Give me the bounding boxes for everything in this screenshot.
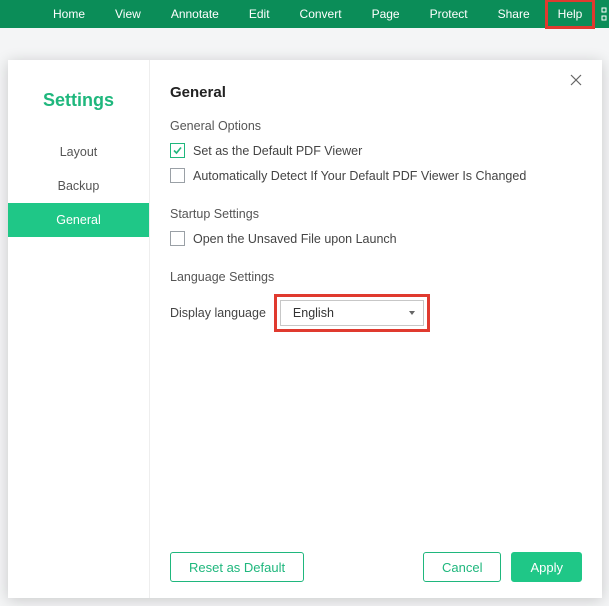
main-menubar: Home View Annotate Edit Convert Page Pro…: [0, 0, 609, 28]
checkbox-label: Open the Unsaved File upon Launch: [193, 232, 397, 246]
section-language: Language Settings: [170, 270, 582, 284]
menu-label: Annotate: [171, 7, 219, 21]
close-icon: [570, 74, 582, 86]
page-title: General: [170, 84, 582, 101]
display-language-select[interactable]: English: [280, 300, 424, 326]
checkbox-icon: [170, 168, 185, 183]
sidebar-item-label: General: [56, 213, 100, 227]
checkbox-label: Automatically Detect If Your Default PDF…: [193, 169, 526, 183]
menu-view[interactable]: View: [100, 0, 156, 28]
apply-button[interactable]: Apply: [511, 552, 582, 582]
menu-help[interactable]: Help: [545, 0, 596, 29]
menu-label: Convert: [300, 7, 342, 21]
sidebar-title: Settings: [8, 90, 149, 135]
chevron-down-icon: [409, 311, 415, 315]
display-language-label: Display language: [170, 306, 266, 320]
close-button[interactable]: [570, 74, 586, 90]
reset-default-button[interactable]: Reset as Default: [170, 552, 304, 582]
menu-protect[interactable]: Protect: [415, 0, 483, 28]
menu-label: Page: [372, 7, 400, 21]
menu-edit[interactable]: Edit: [234, 0, 285, 28]
menu-home[interactable]: Home: [38, 0, 100, 28]
menu-share[interactable]: Share: [483, 0, 545, 28]
menu-label: Help: [558, 7, 583, 21]
checkbox-icon: [170, 143, 185, 158]
button-label: Apply: [530, 560, 563, 575]
checkbox-auto-detect[interactable]: Automatically Detect If Your Default PDF…: [170, 168, 582, 183]
settings-dialog: Settings Layout Backup General General G…: [8, 60, 602, 598]
menu-annotate[interactable]: Annotate: [156, 0, 234, 28]
sidebar-item-layout[interactable]: Layout: [8, 135, 149, 169]
button-label: Cancel: [442, 560, 482, 575]
sidebar-item-label: Layout: [60, 145, 98, 159]
menu-label: View: [115, 7, 141, 21]
menu-label: Share: [498, 7, 530, 21]
display-language-row: Display language English: [170, 294, 582, 332]
checkbox-icon: [170, 231, 185, 246]
settings-sidebar: Settings Layout Backup General: [8, 60, 150, 598]
sidebar-item-backup[interactable]: Backup: [8, 169, 149, 203]
section-general-options: General Options: [170, 119, 582, 133]
menu-page[interactable]: Page: [357, 0, 415, 28]
checkbox-default-viewer[interactable]: Set as the Default PDF Viewer: [170, 143, 582, 158]
checkbox-label: Set as the Default PDF Viewer: [193, 144, 362, 158]
menu-label: Edit: [249, 7, 270, 21]
button-label: Reset as Default: [189, 560, 285, 575]
cancel-button[interactable]: Cancel: [423, 552, 501, 582]
menu-convert[interactable]: Convert: [285, 0, 357, 28]
section-startup: Startup Settings: [170, 207, 582, 221]
menu-label: Protect: [430, 7, 468, 21]
grid-icon[interactable]: [601, 0, 609, 28]
checkbox-open-unsaved[interactable]: Open the Unsaved File upon Launch: [170, 231, 582, 246]
dialog-footer: Reset as Default Cancel Apply: [170, 552, 582, 582]
settings-main: General General Options Set as the Defau…: [150, 60, 602, 598]
highlight-box: English: [274, 294, 430, 332]
sidebar-item-general[interactable]: General: [8, 203, 149, 237]
sidebar-item-label: Backup: [58, 179, 100, 193]
select-value: English: [293, 306, 334, 320]
menu-label: Home: [53, 7, 85, 21]
